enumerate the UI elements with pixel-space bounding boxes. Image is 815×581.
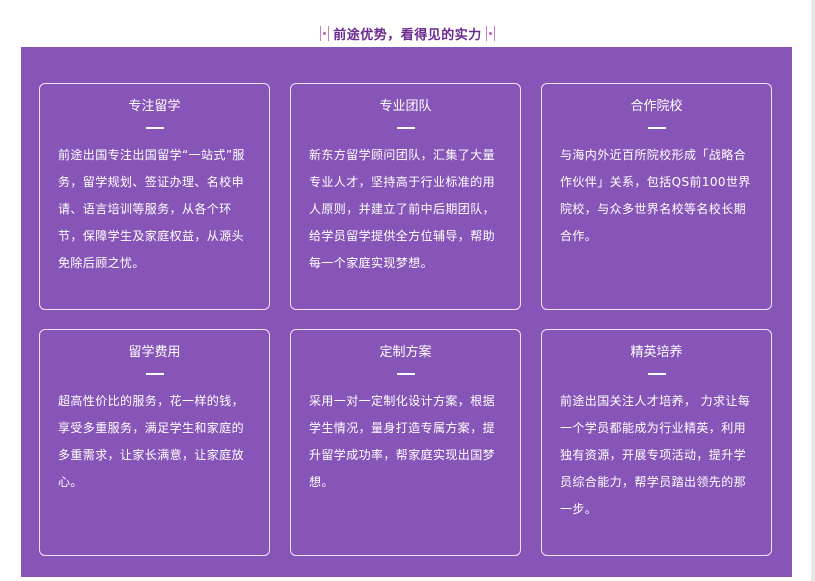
section-heading: 前途优势，看得见的实力 [0, 22, 815, 44]
card-elite-training: 精英培养 前途出国关注人才培养， 力求让每一个学员都能成为行业精英，利用独有资源… [541, 329, 772, 556]
card-title: 合作院校 [630, 99, 683, 114]
card-text: 前途出国专注出国留学“一站式”服务，留学规划、签证办理、名校申请、语言培训等服务… [58, 148, 245, 270]
card-study-costs: 留学费用 超高性价比的服务，花一样的钱，享受多重服务，满足学生和家庭的多重需求，… [39, 329, 270, 556]
scrollbar-track[interactable] [811, 0, 815, 581]
card-title: 留学费用 [128, 345, 181, 360]
card-text: 新东方留学顾问团队，汇集了大量专业人才，坚持高于行业标准的用人原则，并建立了前中… [309, 148, 496, 270]
card-divider [647, 127, 666, 129]
card-divider [145, 127, 164, 129]
card-divider [647, 373, 666, 375]
card-title: 定制方案 [379, 345, 432, 360]
card-professional-team: 专业团队 新东方留学顾问团队，汇集了大量专业人才，坚持高于行业标准的用人原则，并… [290, 83, 521, 310]
card-title: 专注留学 [128, 99, 181, 114]
left-ornament-icon [320, 25, 330, 41]
section-title: 前途优势，看得见的实力 [333, 27, 482, 43]
card-custom-plan: 定制方案 采用一对一定制化设计方案，根据学生情况，量身打造专属方案，提升留学成功… [290, 329, 521, 556]
card-divider [396, 127, 415, 129]
right-ornament-icon [485, 25, 495, 41]
card-divider [396, 373, 415, 375]
card-text: 前途出国关注人才培养， 力求让每一个学员都能成为行业精英，利用独有资源，开展专项… [560, 394, 751, 516]
card-divider [145, 373, 164, 375]
card-text: 采用一对一定制化设计方案，根据学生情况，量身打造专属方案，提升留学成功率，帮家庭… [309, 394, 496, 489]
card-title: 精英培养 [630, 345, 683, 360]
advantages-panel: 专注留学 前途出国专注出国留学“一站式”服务，留学规划、签证办理、名校申请、语言… [21, 47, 792, 577]
card-text: 与海内外近百所院校形成「战略合作伙伴」关系，包括QS前100世界院校，与众多世界… [560, 148, 751, 243]
card-focus-study-abroad: 专注留学 前途出国专注出国留学“一站式”服务，留学规划、签证办理、名校申请、语言… [39, 83, 270, 310]
card-text: 超高性价比的服务，花一样的钱，享受多重服务，满足学生和家庭的多重需求，让家长满意… [58, 394, 245, 489]
card-title: 专业团队 [379, 99, 432, 114]
card-partner-schools: 合作院校 与海内外近百所院校形成「战略合作伙伴」关系，包括QS前100世界院校，… [541, 83, 772, 310]
